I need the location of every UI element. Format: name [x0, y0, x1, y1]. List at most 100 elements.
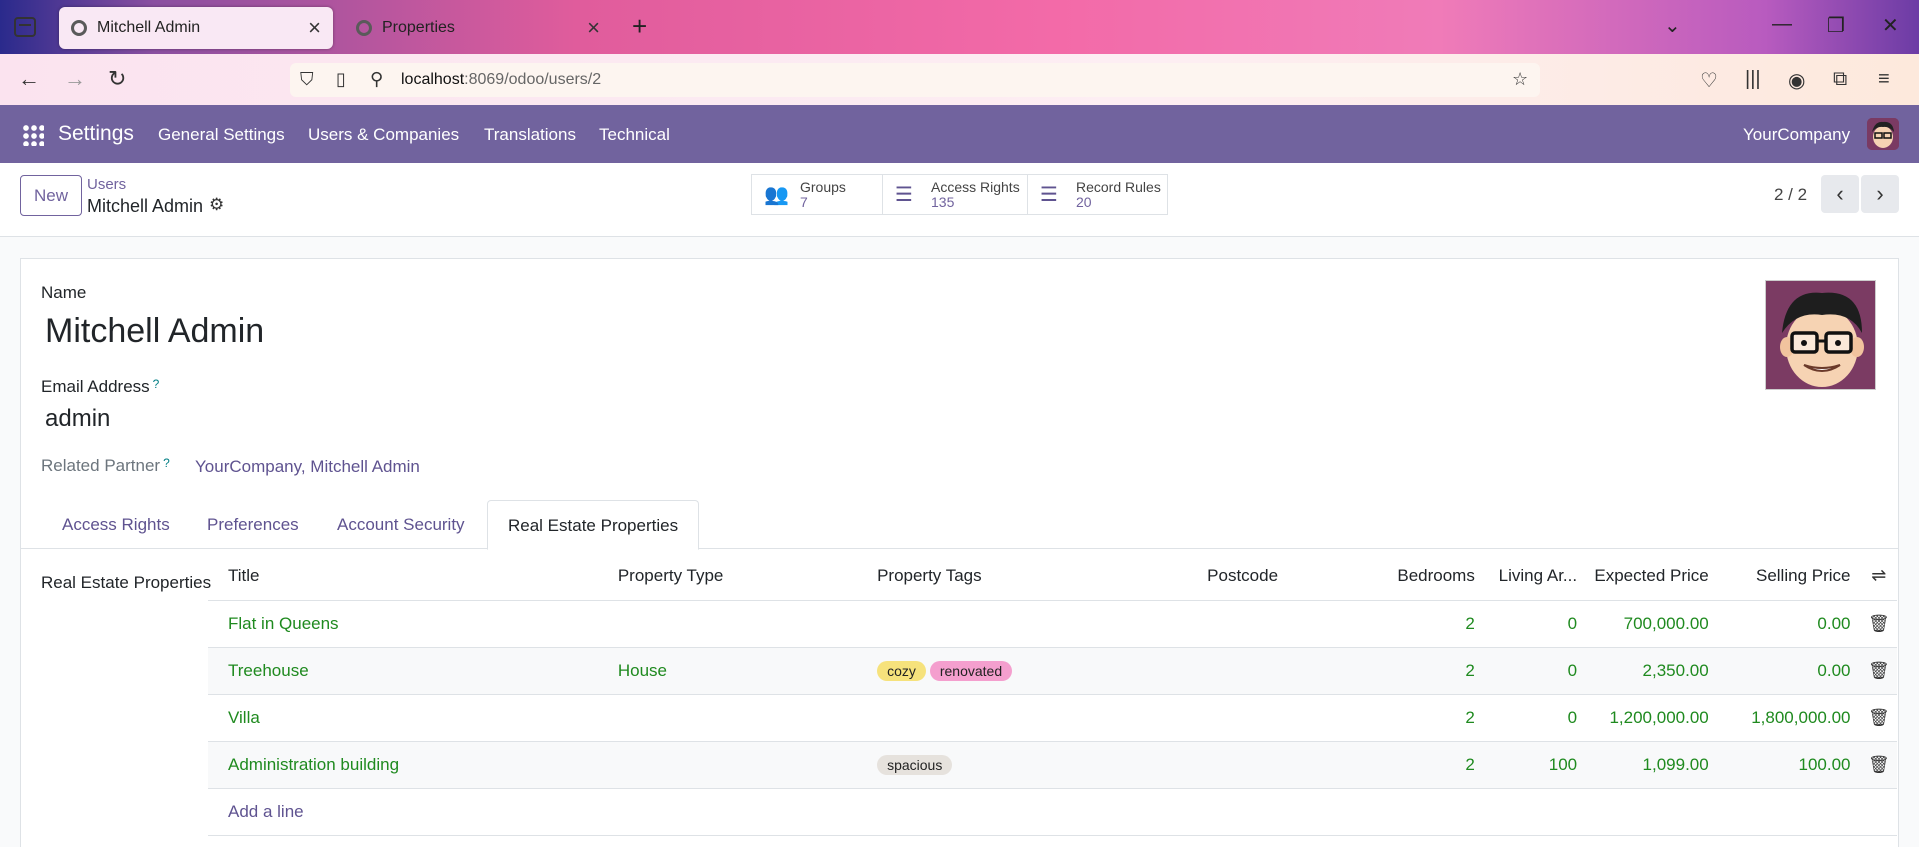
- cell-property-type[interactable]: [597, 600, 858, 648]
- gear-icon[interactable]: ⚙: [209, 195, 224, 215]
- record-rules-smart-button[interactable]: ☰ Record Rules 20: [1027, 174, 1168, 215]
- pager-value[interactable]: 2 / 2: [1774, 185, 1807, 205]
- cell-living-area[interactable]: 0: [1484, 600, 1588, 648]
- groups-smart-button[interactable]: 👥 Groups 7: [751, 174, 883, 215]
- address-bar[interactable]: ⛉ ▯ ⚲ localhost:8069/odoo/users/2 ☆: [290, 63, 1540, 97]
- cell-postcode[interactable]: [1187, 600, 1375, 648]
- browser-tab-inactive[interactable]: Properties ×: [344, 7, 612, 49]
- cell-title[interactable]: Treehouse: [208, 647, 598, 695]
- cell-property-tags[interactable]: [857, 600, 1188, 648]
- cell-living-area[interactable]: 0: [1484, 647, 1588, 695]
- column-property-type[interactable]: Property Type: [597, 552, 858, 601]
- optional-columns-toggle[interactable]: ⇌: [1860, 552, 1897, 601]
- close-tab-icon[interactable]: ×: [587, 15, 600, 41]
- browser-tab-active[interactable]: Mitchell Admin ×: [59, 7, 333, 49]
- delete-row-button[interactable]: 🗑: [1860, 694, 1897, 742]
- close-tab-icon[interactable]: ×: [308, 15, 321, 41]
- cell-expected-price[interactable]: 700,000.00: [1587, 600, 1719, 648]
- access-rights-smart-button[interactable]: ☰ Access Rights 135: [882, 174, 1028, 215]
- cell-property-tags[interactable]: cozy renovated: [857, 647, 1188, 695]
- column-selling-price[interactable]: Selling Price: [1718, 552, 1861, 601]
- delete-row-button[interactable]: 🗑: [1860, 647, 1897, 695]
- cell-property-type[interactable]: [597, 694, 858, 742]
- table-row[interactable]: Flat in Queens 2 0 700,000.00 0.00 🗑: [208, 600, 1897, 648]
- delete-row-button[interactable]: 🗑: [1860, 741, 1897, 789]
- tab-account-security[interactable]: Account Security: [337, 515, 465, 535]
- cell-selling-price[interactable]: 100.00: [1718, 741, 1861, 789]
- cell-bedrooms[interactable]: 2: [1374, 647, 1485, 695]
- menu-icon[interactable]: ≡: [1878, 68, 1890, 91]
- user-avatar-large[interactable]: [1765, 280, 1876, 390]
- column-expected-price[interactable]: Expected Price: [1587, 552, 1719, 601]
- table-row[interactable]: Villa 2 0 1,200,000.00 1,800,000.00 🗑: [208, 694, 1897, 742]
- help-icon[interactable]: ?: [153, 377, 160, 391]
- column-living-area[interactable]: Living Ar...: [1484, 552, 1588, 601]
- permissions-icon[interactable]: ⚲: [370, 69, 383, 90]
- cell-bedrooms[interactable]: 2: [1374, 741, 1485, 789]
- apps-grid-icon[interactable]: [22, 124, 44, 146]
- cell-living-area[interactable]: 100: [1484, 741, 1588, 789]
- cell-title[interactable]: Villa: [208, 694, 598, 742]
- name-field[interactable]: Mitchell Admin: [45, 312, 264, 351]
- tab-real-estate-properties[interactable]: Real Estate Properties: [487, 500, 700, 550]
- cell-postcode[interactable]: [1187, 694, 1375, 742]
- cell-property-tags[interactable]: spacious: [857, 741, 1188, 789]
- cell-expected-price[interactable]: 1,099.00: [1587, 741, 1719, 789]
- cell-selling-price[interactable]: 0.00: [1718, 647, 1861, 695]
- pocket-icon[interactable]: ♡: [1700, 68, 1718, 93]
- cell-title[interactable]: Flat in Queens: [208, 600, 598, 648]
- related-partner-link[interactable]: YourCompany, Mitchell Admin: [195, 457, 420, 477]
- library-icon[interactable]: |||: [1745, 68, 1761, 91]
- extensions-icon[interactable]: ⧉: [1833, 68, 1847, 91]
- cell-selling-price[interactable]: 1,800,000.00: [1718, 694, 1861, 742]
- cell-selling-price[interactable]: 0.00: [1718, 600, 1861, 648]
- cell-property-type[interactable]: House: [597, 647, 858, 695]
- table-row[interactable]: Treehouse House cozy renovated 2 0 2,350.…: [208, 647, 1897, 695]
- cell-living-area[interactable]: 0: [1484, 694, 1588, 742]
- pager-previous-button[interactable]: ‹: [1821, 175, 1859, 213]
- column-title[interactable]: Title: [208, 552, 598, 601]
- cell-property-type[interactable]: [597, 741, 858, 789]
- cell-title[interactable]: Administration building: [208, 741, 598, 789]
- reload-icon[interactable]: ↻: [108, 66, 126, 92]
- pager-next-button[interactable]: ›: [1861, 175, 1899, 213]
- column-property-tags[interactable]: Property Tags: [857, 552, 1188, 601]
- cell-expected-price[interactable]: 2,350.00: [1587, 647, 1719, 695]
- restore-icon[interactable]: ❐: [1827, 13, 1845, 38]
- column-postcode[interactable]: Postcode: [1187, 552, 1375, 601]
- new-tab-icon[interactable]: +: [632, 11, 647, 42]
- help-icon[interactable]: ?: [163, 456, 170, 470]
- add-line-link[interactable]: Add a line: [208, 788, 1897, 836]
- user-avatar[interactable]: [1867, 118, 1899, 150]
- column-bedrooms[interactable]: Bedrooms: [1374, 552, 1485, 601]
- cell-property-tags[interactable]: [857, 694, 1188, 742]
- cell-expected-price[interactable]: 1,200,000.00: [1587, 694, 1719, 742]
- company-switcher[interactable]: YourCompany: [1743, 125, 1850, 145]
- cell-bedrooms[interactable]: 2: [1374, 694, 1485, 742]
- shield-icon[interactable]: ⛉: [300, 69, 314, 90]
- cell-postcode[interactable]: [1187, 647, 1375, 695]
- account-icon[interactable]: ◉: [1788, 68, 1805, 93]
- menu-translations[interactable]: Translations: [484, 125, 576, 145]
- breadcrumb-users[interactable]: Users: [87, 176, 126, 193]
- delete-row-button[interactable]: 🗑: [1860, 600, 1897, 648]
- new-button[interactable]: New: [20, 175, 82, 216]
- bookmark-star-icon[interactable]: ☆: [1512, 69, 1528, 90]
- forward-icon[interactable]: →: [64, 66, 86, 92]
- cell-postcode[interactable]: [1187, 741, 1375, 789]
- tab-preferences[interactable]: Preferences: [207, 515, 299, 535]
- tab-list-chevron-icon[interactable]: ⌄: [1664, 13, 1681, 38]
- tab-overview-icon[interactable]: [14, 17, 36, 37]
- app-title[interactable]: Settings: [58, 122, 134, 146]
- menu-users-companies[interactable]: Users & Companies: [308, 125, 459, 145]
- minimize-icon[interactable]: —: [1772, 13, 1792, 36]
- email-field[interactable]: admin: [45, 405, 110, 433]
- close-window-icon[interactable]: ✕: [1882, 13, 1899, 38]
- menu-technical[interactable]: Technical: [599, 125, 670, 145]
- url-text[interactable]: localhost:8069/odoo/users/2: [401, 71, 601, 89]
- menu-general-settings[interactable]: General Settings: [158, 125, 285, 145]
- table-row[interactable]: Administration building spacious 2 100 1…: [208, 741, 1897, 789]
- tab-access-rights[interactable]: Access Rights: [62, 515, 170, 535]
- page-info-icon[interactable]: ▯: [336, 69, 346, 90]
- cell-bedrooms[interactable]: 2: [1374, 600, 1485, 648]
